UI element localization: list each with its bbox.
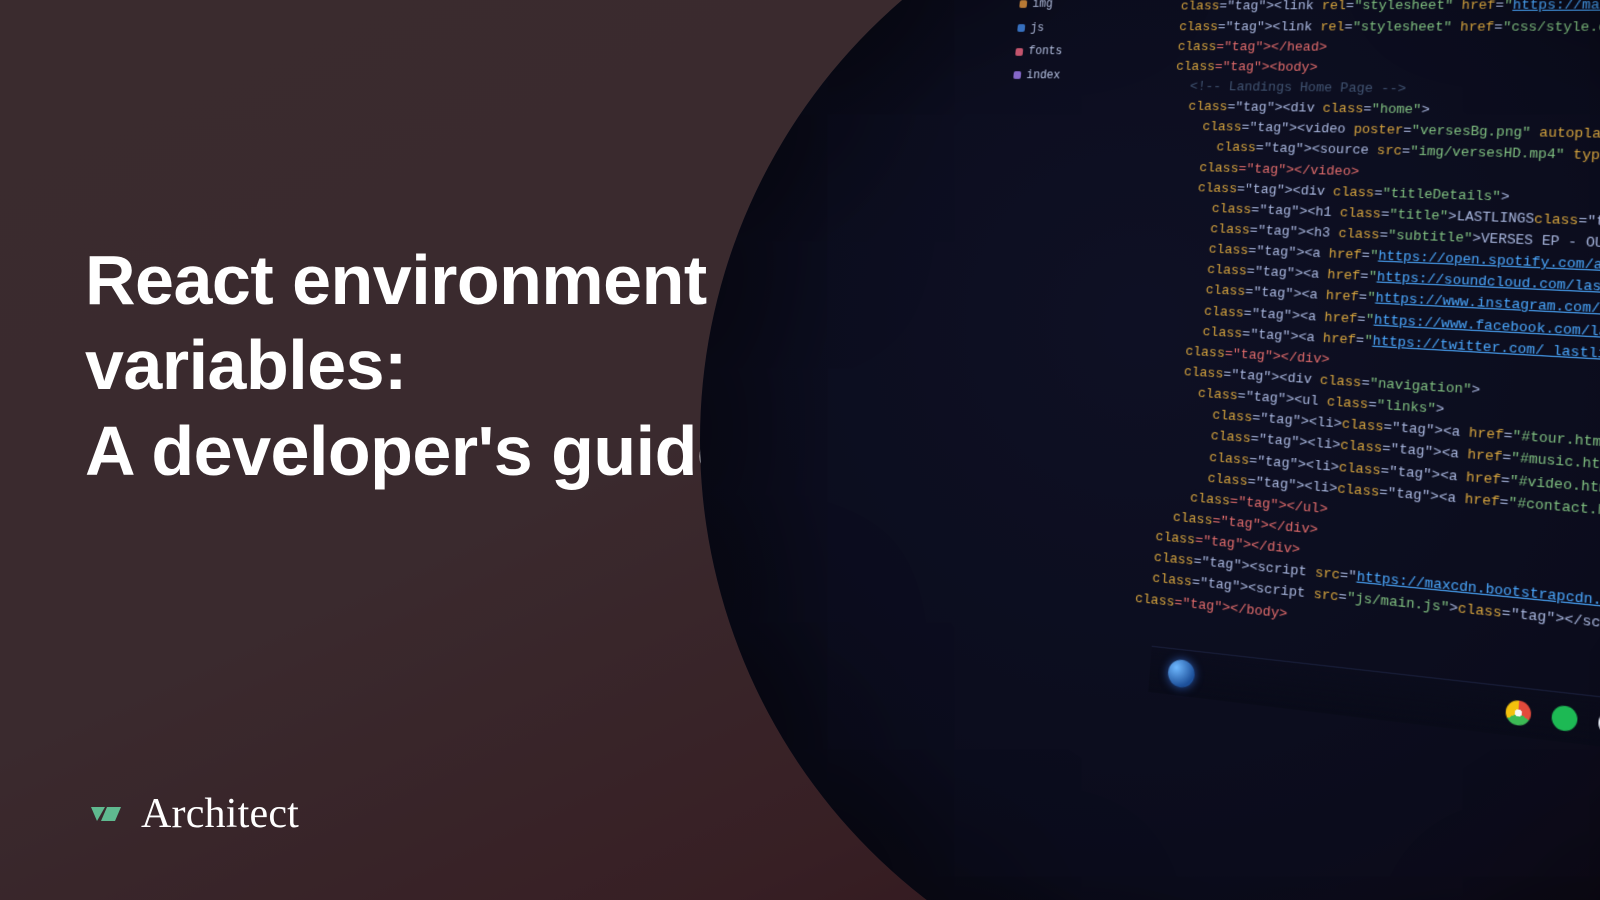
file-tree-item: js [1013, 16, 1128, 40]
architect-logo-icon [85, 793, 127, 835]
brand-name: Architect [141, 790, 299, 838]
file-tree-item: index [1009, 63, 1124, 88]
chrome-icon [1505, 699, 1532, 727]
code-line: class="tag"><link rel="stylesheet" href=… [1180, 0, 1600, 17]
headline: React environment variables: A developer… [85, 238, 735, 494]
headline-line-3: A developer's guide [85, 412, 735, 490]
hero-card: React environment variables: A developer… [0, 0, 1600, 900]
hero-photo-circle: srccssimgjsfontsindex <!-- L A S T L I N… [700, 0, 1600, 900]
editor-file-tree: srccssimgjsfontsindex [1009, 0, 1134, 88]
spotify-icon [1551, 704, 1578, 732]
code-line: class="tag"><link rel="stylesheet" href=… [1179, 16, 1600, 39]
editor-code-pane: <!-- L A S T L I N G S $title -->class="… [1134, 0, 1600, 694]
file-tree-item: img [1015, 0, 1130, 16]
headline-line-1: React environment [85, 241, 707, 319]
os-taskbar [1148, 646, 1600, 793]
taskbar-tray [1505, 699, 1600, 781]
brand-lockup: Architect [85, 790, 299, 838]
file-tree-item: fonts [1011, 40, 1126, 64]
start-button-icon [1167, 658, 1196, 689]
headline-line-2: variables: [85, 326, 407, 404]
code-editor-screen: srccssimgjsfontsindex <!-- L A S T L I N… [1007, 0, 1600, 833]
